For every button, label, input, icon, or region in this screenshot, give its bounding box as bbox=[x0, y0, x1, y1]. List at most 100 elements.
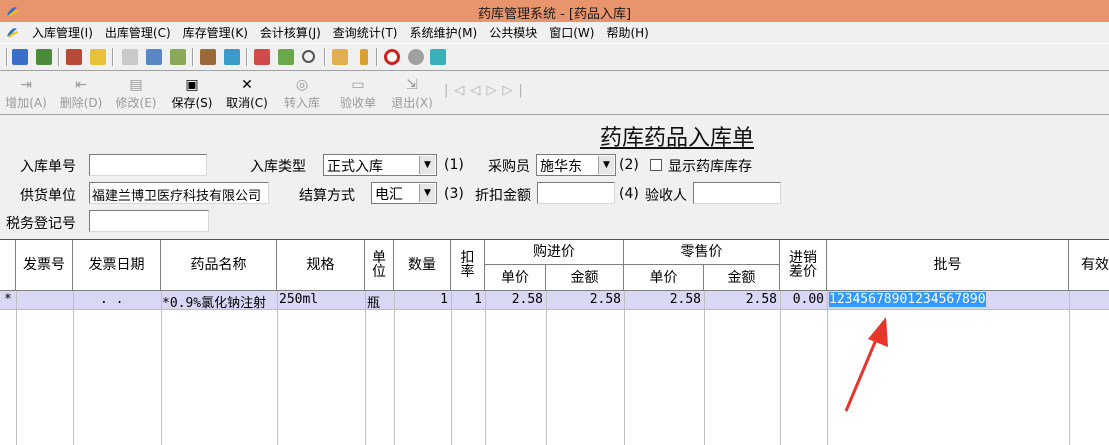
cell-qty[interactable]: 1 bbox=[394, 292, 448, 307]
cell-unit[interactable]: 瓶 bbox=[367, 292, 393, 311]
save-button[interactable]: ▣ 保存(S) bbox=[166, 77, 218, 111]
calculator-icon[interactable] bbox=[254, 49, 270, 65]
menu-help[interactable]: 帮助(H) bbox=[600, 24, 654, 41]
entry-type-value: 正式入库 bbox=[327, 159, 383, 175]
exit-button[interactable]: ⇲ 退出(X) bbox=[386, 77, 438, 111]
grid-line bbox=[394, 291, 395, 445]
col-price-diff[interactable]: 进销 差价 bbox=[780, 240, 827, 291]
print-icon[interactable] bbox=[332, 49, 348, 65]
ledger-icon[interactable] bbox=[170, 49, 186, 65]
chevron-down-icon[interactable]: ▼ bbox=[419, 184, 435, 202]
icon-toolbar bbox=[0, 43, 1109, 71]
exit-icon[interactable] bbox=[430, 49, 446, 65]
col-spec[interactable]: 规格 bbox=[277, 240, 365, 291]
col-batch[interactable]: 批号 bbox=[827, 240, 1069, 291]
chevron-down-icon[interactable]: ▼ bbox=[419, 156, 435, 174]
record-navigation[interactable]: |◁◁▷▷| bbox=[444, 83, 529, 98]
cell-purchase-price[interactable]: 2.58 bbox=[485, 292, 543, 307]
clipboard-icon[interactable] bbox=[122, 49, 138, 65]
cell-purchase-amount[interactable]: 2.58 bbox=[546, 292, 621, 307]
add-row-icon: ⇥ bbox=[20, 77, 32, 93]
report-icon[interactable] bbox=[200, 49, 216, 65]
col-drug-name[interactable]: 药品名称 bbox=[161, 240, 277, 291]
menu-outbound[interactable]: 出库管理(C) bbox=[99, 24, 177, 41]
edit-button[interactable]: ▤ 修改(E) bbox=[110, 77, 162, 111]
next-record-icon[interactable]: ▷ bbox=[486, 83, 502, 98]
switch-user-icon[interactable] bbox=[36, 49, 52, 65]
last-record-icon[interactable]: ▷| bbox=[502, 83, 528, 98]
menu-system[interactable]: 系统维护(M) bbox=[404, 24, 484, 41]
prev-record-icon[interactable]: ◁ bbox=[470, 83, 486, 98]
cell-price-diff[interactable]: 0.00 bbox=[780, 292, 824, 307]
delete-button[interactable]: ⇤ 删除(D) bbox=[55, 77, 107, 111]
show-stock-checkbox[interactable] bbox=[650, 159, 662, 171]
cell-spec[interactable]: 250ml bbox=[279, 292, 363, 307]
cell-invoice-date[interactable]: . . bbox=[100, 292, 150, 307]
supplier-input[interactable]: 福建兰博卫医疗科技有限公司 bbox=[89, 182, 269, 204]
buyer-select[interactable]: 施华东 ▼ bbox=[536, 154, 616, 176]
entry-type-select[interactable]: 正式入库 ▼ bbox=[323, 154, 437, 176]
thermometer-icon[interactable] bbox=[360, 49, 368, 65]
menu-query[interactable]: 查询统计(T) bbox=[327, 24, 404, 41]
grid-icon[interactable] bbox=[224, 49, 240, 65]
card-icon[interactable] bbox=[146, 49, 162, 65]
cell-retail-price[interactable]: 2.58 bbox=[624, 292, 701, 307]
discount-label: 折扣金额 bbox=[475, 188, 531, 204]
disk-icon[interactable] bbox=[408, 49, 424, 65]
col-retail-price[interactable]: 单价 bbox=[624, 265, 704, 291]
show-stock-label: 显示药库库存 bbox=[668, 159, 752, 175]
menu-public[interactable]: 公共模块 bbox=[483, 24, 543, 41]
table-row[interactable]: * . . *0.9%氯化钠注射 250ml 瓶 1 1 2.58 2.58 2… bbox=[0, 291, 1109, 311]
col-qty[interactable]: 数量 bbox=[394, 240, 451, 291]
inspector-input[interactable] bbox=[693, 182, 781, 204]
cell-rate[interactable]: 1 bbox=[451, 292, 482, 307]
col-purchase-amount[interactable]: 金额 bbox=[546, 265, 624, 291]
tax-input[interactable] bbox=[89, 210, 209, 232]
menu-inventory[interactable]: 库存管理(K) bbox=[177, 24, 254, 41]
col-rate[interactable]: 扣 率 bbox=[451, 240, 485, 291]
cancel-button[interactable]: ✕ 取消(C) bbox=[221, 77, 273, 111]
toolbar-separator bbox=[112, 48, 114, 66]
col-rate-line1: 扣 bbox=[460, 250, 475, 266]
cell-drug-name[interactable]: *0.9%氯化钠注射 bbox=[162, 292, 276, 311]
grid-line bbox=[780, 291, 781, 445]
settle-select[interactable]: 电汇 ▼ bbox=[371, 182, 437, 204]
first-record-icon[interactable]: |◁ bbox=[444, 83, 470, 98]
tax-label: 税务登记号 bbox=[6, 216, 76, 232]
login-icon[interactable] bbox=[12, 49, 28, 65]
inbound-doc-icon[interactable] bbox=[66, 49, 82, 65]
toolbar-separator bbox=[324, 48, 326, 66]
add-button[interactable]: ⇥ 增加(A) bbox=[0, 77, 52, 111]
cell-retail-amount[interactable]: 2.58 bbox=[704, 292, 777, 307]
col-expiry[interactable]: 有效 bbox=[1069, 240, 1109, 291]
col-purchase-price[interactable]: 单价 bbox=[485, 265, 546, 291]
entry-no-input[interactable] bbox=[89, 154, 207, 176]
people-icon[interactable] bbox=[278, 49, 294, 65]
cell-batch[interactable]: 12345678901234567890 bbox=[829, 292, 1067, 307]
close-icon: ✕ bbox=[241, 77, 253, 93]
discount-input[interactable] bbox=[537, 182, 615, 204]
col-invoice-no[interactable]: 发票号 bbox=[16, 240, 73, 291]
search-icon[interactable] bbox=[302, 50, 315, 63]
chevron-down-icon[interactable]: ▼ bbox=[598, 156, 614, 174]
menu-accounting[interactable]: 会计核算(J) bbox=[254, 24, 327, 41]
stop-icon[interactable] bbox=[384, 49, 400, 65]
col-retail-amount[interactable]: 金额 bbox=[704, 265, 780, 291]
entry-no-label: 入库单号 bbox=[20, 159, 76, 175]
col-invoice-date[interactable]: 发票日期 bbox=[73, 240, 161, 291]
receipt-button[interactable]: ▭ 验收单 bbox=[330, 77, 386, 111]
transfer-button[interactable]: ◎ 转入库 bbox=[276, 77, 328, 111]
transfer-button-label: 转入库 bbox=[283, 96, 320, 110]
menu-window[interactable]: 窗口(W) bbox=[543, 24, 600, 41]
entry-grid: 发票号 发票日期 药品名称 规格 单 位 数量 扣 率 购进价 单价 金额 零售… bbox=[0, 239, 1109, 445]
menu-bar: 入库管理(I) 出库管理(C) 库存管理(K) 会计核算(J) 查询统计(T) … bbox=[0, 22, 1109, 42]
settle-label: 结算方式 bbox=[299, 188, 355, 204]
check-doc-icon[interactable] bbox=[90, 49, 106, 65]
grid-line bbox=[1069, 291, 1070, 445]
menu-inbound[interactable]: 入库管理(I) bbox=[26, 24, 99, 41]
entry-type-label: 入库类型 bbox=[250, 159, 306, 175]
app-menu-icon[interactable] bbox=[4, 24, 20, 40]
supplier-label: 供货单位 bbox=[20, 188, 76, 204]
col-unit[interactable]: 单 位 bbox=[365, 240, 394, 291]
col-diff-line1: 进销 bbox=[789, 250, 817, 266]
